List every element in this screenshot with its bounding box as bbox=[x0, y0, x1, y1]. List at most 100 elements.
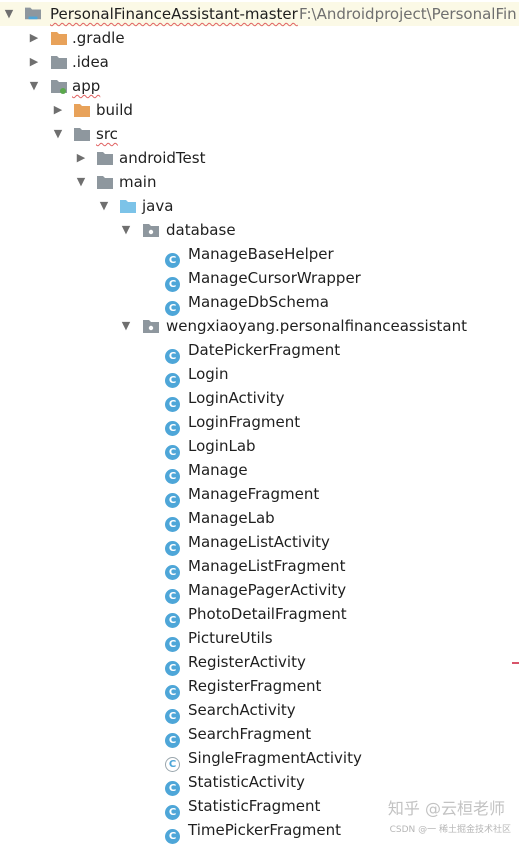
tree-row-app[interactable]: ▼ app bbox=[0, 74, 519, 98]
folder-label-androidtest[interactable]: androidTest bbox=[119, 146, 205, 170]
folder-label-gradle[interactable]: .gradle bbox=[72, 26, 125, 50]
folder-label-main[interactable]: main bbox=[119, 170, 156, 194]
tree-row-build[interactable]: ▶ build bbox=[0, 98, 519, 122]
collapsed-arrow-icon[interactable]: ▶ bbox=[27, 50, 41, 74]
class-label[interactable]: ManagePagerActivity bbox=[188, 578, 346, 602]
class-icon: C bbox=[165, 702, 183, 724]
folder-label-java[interactable]: java bbox=[142, 194, 173, 218]
class-label[interactable]: LoginActivity bbox=[188, 386, 285, 410]
class-row[interactable]: C PictureUtils bbox=[0, 626, 519, 652]
expanded-arrow-icon[interactable]: ▼ bbox=[2, 2, 16, 26]
project-folder-icon bbox=[25, 7, 41, 20]
class-row[interactable]: C ManageFragment bbox=[0, 482, 519, 508]
class-row[interactable]: C ManageDbSchema bbox=[0, 290, 519, 316]
class-row[interactable]: C PhotoDetailFragment bbox=[0, 602, 519, 628]
project-path: F:\Androidproject\PersonalFin bbox=[299, 5, 517, 23]
class-label[interactable]: ManageCursorWrapper bbox=[188, 266, 361, 290]
class-icon: C bbox=[165, 630, 183, 652]
class-row[interactable]: C RegisterFragment bbox=[0, 674, 519, 700]
class-label[interactable]: Manage bbox=[188, 458, 248, 482]
class-row[interactable]: C SingleFragmentActivity bbox=[0, 746, 519, 772]
module-folder-icon bbox=[51, 80, 67, 94]
class-row[interactable]: C ManageLab bbox=[0, 506, 519, 532]
class-icon: C bbox=[165, 438, 183, 460]
collapsed-arrow-icon[interactable]: ▶ bbox=[51, 98, 65, 122]
class-icon: C bbox=[165, 606, 183, 628]
class-row[interactable]: C RegisterActivity bbox=[0, 650, 519, 676]
class-label[interactable]: SingleFragmentActivity bbox=[188, 746, 362, 770]
tree-row-androidtest[interactable]: ▶ androidTest bbox=[0, 146, 519, 170]
class-icon: C bbox=[165, 270, 183, 292]
collapsed-arrow-icon[interactable]: ▶ bbox=[74, 146, 88, 170]
tree-row-project[interactable]: ▼ PersonalFinanceAssistant-master F:\And… bbox=[0, 2, 519, 26]
folder-icon-grey bbox=[51, 56, 67, 69]
collapsed-arrow-icon[interactable]: ▶ bbox=[27, 26, 41, 50]
class-label[interactable]: TimePickerFragment bbox=[188, 818, 341, 842]
watermark-main: 知乎 @云桓老师 bbox=[387, 799, 505, 818]
class-row[interactable]: C ManageListActivity bbox=[0, 530, 519, 556]
class-row[interactable]: C ManageCursorWrapper bbox=[0, 266, 519, 292]
tree-row-gradle[interactable]: ▶ .gradle bbox=[0, 26, 519, 50]
class-row[interactable]: C LoginActivity bbox=[0, 386, 519, 412]
class-row[interactable]: C ManagePagerActivity bbox=[0, 578, 519, 604]
class-icon: C bbox=[165, 294, 183, 316]
class-label[interactable]: ManageFragment bbox=[188, 482, 319, 506]
class-label[interactable]: StatisticActivity bbox=[188, 770, 305, 794]
class-row[interactable]: C LoginFragment bbox=[0, 410, 519, 436]
class-row[interactable]: C ManageBaseHelper bbox=[0, 242, 519, 268]
class-label[interactable]: PhotoDetailFragment bbox=[188, 602, 347, 626]
source-folder-icon bbox=[120, 200, 136, 213]
folder-label-app[interactable]: app bbox=[72, 74, 100, 98]
class-label[interactable]: Login bbox=[188, 362, 228, 386]
class-label[interactable]: StatisticFragment bbox=[188, 794, 320, 818]
class-row[interactable]: C LoginLab bbox=[0, 434, 519, 460]
package-label-main[interactable]: wengxiaoyang.personalfinanceassistant bbox=[166, 314, 467, 338]
expanded-arrow-icon[interactable]: ▼ bbox=[27, 74, 41, 98]
class-icon: C bbox=[165, 582, 183, 604]
expanded-arrow-icon[interactable]: ▼ bbox=[97, 194, 111, 218]
tree-row-idea[interactable]: ▶ .idea bbox=[0, 50, 519, 74]
package-label-database[interactable]: database bbox=[166, 218, 236, 242]
expanded-arrow-icon[interactable]: ▼ bbox=[74, 170, 88, 194]
class-label[interactable]: ManageDbSchema bbox=[188, 290, 329, 314]
tree-row-database[interactable]: ▼ database bbox=[0, 218, 519, 242]
class-icon: C bbox=[165, 774, 183, 796]
watermark-sub: CSDN @一 稀土掘金技术社区 bbox=[389, 825, 511, 835]
class-icon: C bbox=[165, 726, 183, 748]
tree-row-src[interactable]: ▼ src bbox=[0, 122, 519, 146]
class-row[interactable]: C DatePickerFragment bbox=[0, 338, 519, 364]
abstract-class-icon: C bbox=[165, 750, 183, 772]
class-label[interactable]: LoginLab bbox=[188, 434, 256, 458]
class-row[interactable]: C StatisticActivity bbox=[0, 770, 519, 796]
class-label[interactable]: ManageBaseHelper bbox=[188, 242, 334, 266]
folder-label-build[interactable]: build bbox=[96, 98, 133, 122]
folder-label-idea[interactable]: .idea bbox=[72, 50, 109, 74]
class-icon: C bbox=[165, 342, 183, 364]
class-label[interactable]: SearchActivity bbox=[188, 698, 296, 722]
class-label[interactable]: RegisterFragment bbox=[188, 674, 321, 698]
tree-row-package[interactable]: ▼ wengxiaoyang.personalfinanceassistant bbox=[0, 314, 519, 338]
class-row[interactable]: C ManageListFragment bbox=[0, 554, 519, 580]
tree-row-main[interactable]: ▼ main bbox=[0, 170, 519, 194]
class-label[interactable]: DatePickerFragment bbox=[188, 338, 340, 362]
class-label[interactable]: PictureUtils bbox=[188, 626, 273, 650]
expanded-arrow-icon[interactable]: ▼ bbox=[119, 218, 133, 242]
class-label[interactable]: ManageListActivity bbox=[188, 530, 330, 554]
folder-icon-orange bbox=[74, 104, 90, 117]
class-label[interactable]: RegisterActivity bbox=[188, 650, 306, 674]
project-name[interactable]: PersonalFinanceAssistant-master bbox=[50, 2, 298, 26]
tree-row-java[interactable]: ▼ java bbox=[0, 194, 519, 218]
class-row[interactable]: C SearchFragment bbox=[0, 722, 519, 748]
expanded-arrow-icon[interactable]: ▼ bbox=[119, 314, 133, 338]
class-icon: C bbox=[165, 534, 183, 556]
class-row[interactable]: C Login bbox=[0, 362, 519, 388]
folder-label-src[interactable]: src bbox=[96, 122, 118, 146]
folder-icon-grey bbox=[74, 128, 90, 141]
class-label[interactable]: ManageLab bbox=[188, 506, 275, 530]
class-label[interactable]: ManageListFragment bbox=[188, 554, 345, 578]
class-label[interactable]: SearchFragment bbox=[188, 722, 311, 746]
class-label[interactable]: LoginFragment bbox=[188, 410, 300, 434]
class-row[interactable]: C Manage bbox=[0, 458, 519, 484]
expanded-arrow-icon[interactable]: ▼ bbox=[51, 122, 65, 146]
class-row[interactable]: C SearchActivity bbox=[0, 698, 519, 724]
